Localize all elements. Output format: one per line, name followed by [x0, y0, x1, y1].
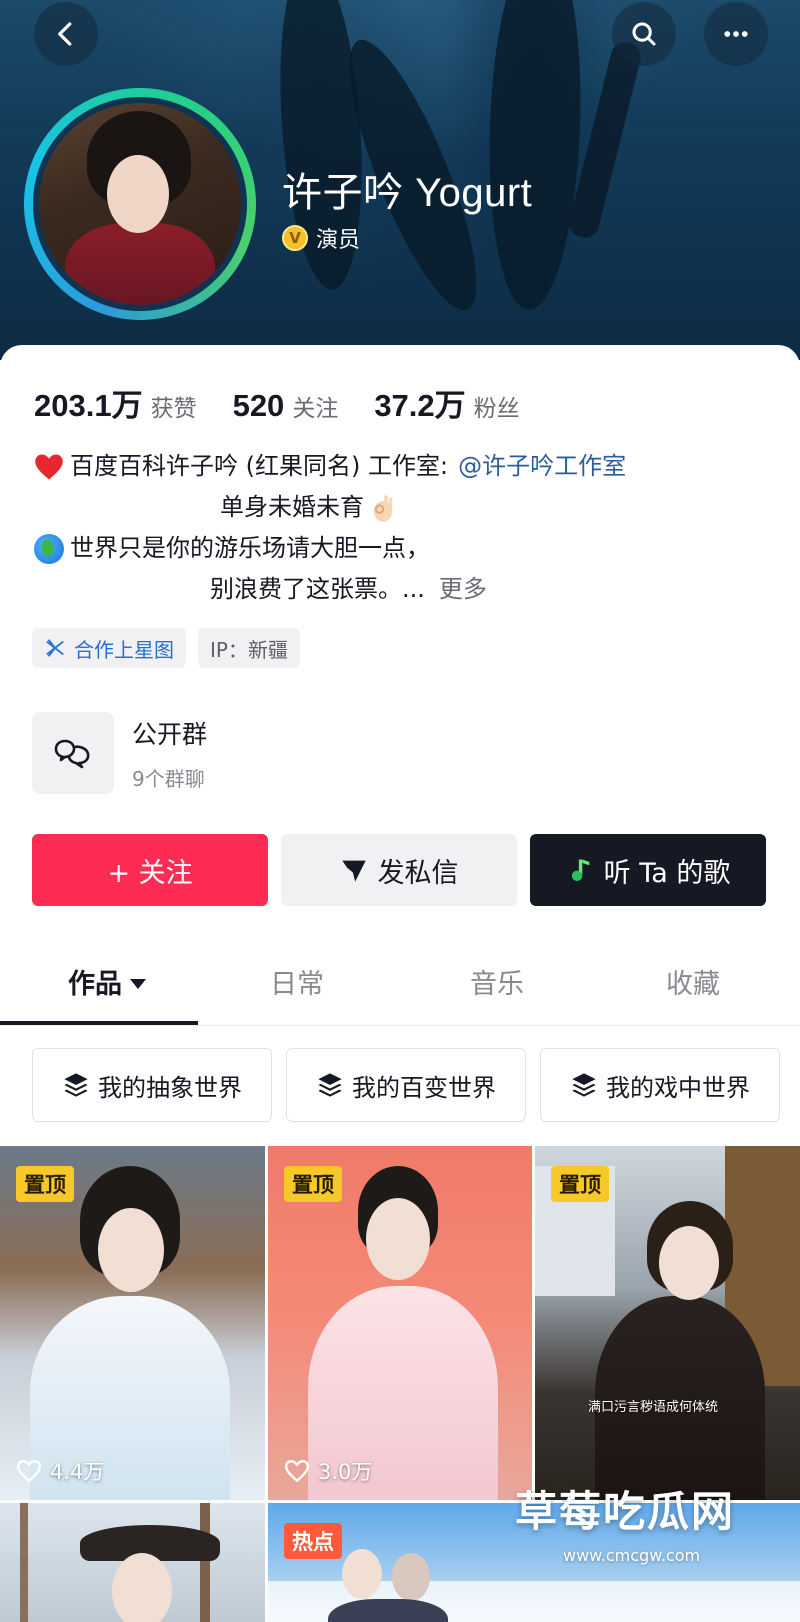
bio-line-3: 世界只是你的游乐场请大胆一点， — [70, 534, 430, 562]
public-group-entry[interactable]: 公开群 9个群聊 — [32, 712, 207, 794]
avatar-live-ring[interactable] — [24, 88, 256, 320]
music-note-icon — [571, 859, 589, 882]
tab-daily[interactable]: 日常 — [270, 962, 324, 1001]
more-button[interactable] — [704, 2, 768, 66]
likes-count[interactable]: 203.1万 — [34, 380, 143, 425]
group-chat-icon-box — [32, 712, 114, 794]
group-subtitle: 9个群聊 — [132, 766, 205, 791]
collection-chip[interactable]: 我的抽象世界 — [32, 1048, 272, 1122]
verified-label: 演员 — [316, 228, 361, 253]
studio-mention-link[interactable]: @许子吟工作室 — [458, 446, 626, 487]
ok-hand-emoji-icon — [373, 494, 393, 522]
group-title: 公开群 — [132, 719, 208, 749]
layers-icon — [572, 1073, 596, 1097]
video-thumbnail[interactable] — [0, 1503, 265, 1622]
hot-badge: 热点 — [284, 1523, 342, 1559]
bio-line-2: 单身未婚未育 — [220, 493, 364, 521]
verification-row: V 演员 — [282, 222, 360, 254]
back-button[interactable] — [34, 2, 98, 66]
verified-icon: V — [282, 225, 308, 251]
search-icon — [632, 22, 656, 46]
listen-songs-label: 听 Ta 的歌 — [603, 857, 731, 889]
heart-outline-icon — [16, 1460, 42, 1483]
follow-button[interactable]: + 关注 — [32, 834, 268, 906]
message-button[interactable]: 发私信 — [281, 834, 517, 906]
caret-down-icon — [130, 978, 146, 989]
message-button-label: 发私信 — [377, 857, 459, 889]
star-map-label: 合作上星图 — [74, 637, 174, 662]
star-map-tag[interactable]: 合作上星图 — [32, 628, 186, 668]
collection-chip[interactable]: 我的百变世界 — [286, 1048, 526, 1122]
likes-label: 获赞 — [150, 396, 197, 422]
avatar — [39, 103, 241, 305]
more-dots-icon — [724, 31, 748, 37]
video-thumbnail[interactable]: 置顶 3.0万 — [268, 1146, 532, 1500]
heart-outline-icon — [284, 1460, 310, 1483]
chevron-left-icon — [58, 22, 72, 46]
video-likes: 4.4万 — [16, 1456, 104, 1486]
collection-chip[interactable]: 我的戏中世界 — [540, 1048, 780, 1122]
listen-songs-button[interactable]: 听 Ta 的歌 — [530, 834, 766, 906]
pinned-badge: 置顶 — [16, 1166, 74, 1202]
video-thumbnail[interactable]: 置顶 满口污言秽语成何体统 — [535, 1146, 800, 1500]
heart-emoji-icon — [35, 454, 63, 479]
video-likes: 3.0万 — [284, 1456, 372, 1486]
following-label: 关注 — [292, 396, 339, 422]
ip-location-tag: IP：新疆 — [198, 628, 300, 668]
pinned-badge: 置顶 — [551, 1166, 609, 1202]
site-watermark-url: www.cmcgw.com — [563, 1546, 701, 1565]
cover-whale-shape — [483, 0, 587, 312]
profile-tags: 合作上星图 IP：新疆 — [32, 628, 300, 668]
stats-row: 203.1万 获赞 520 关注 37.2万 粉丝 — [34, 380, 556, 425]
bio-line-1: 百度百科许子吟 (红果同名) 工作室: — [70, 452, 449, 480]
pinned-badge: 置顶 — [284, 1166, 342, 1202]
action-buttons: + 关注 发私信 听 Ta 的歌 — [32, 834, 766, 906]
layers-icon — [64, 1073, 88, 1097]
paper-plane-icon — [341, 860, 366, 882]
following-count[interactable]: 520 — [233, 388, 285, 424]
bio-more-link[interactable]: 更多 — [439, 569, 487, 610]
collection-chips: 我的抽象世界 我的百变世界 我的戏中世界 — [32, 1048, 780, 1122]
tab-works[interactable]: 作品 — [68, 962, 146, 1001]
active-tab-indicator — [0, 1021, 198, 1025]
star-map-icon — [46, 639, 64, 657]
search-button[interactable] — [612, 2, 676, 66]
content-tabs: 作品 日常 音乐 收藏 — [0, 950, 800, 1026]
followers-count[interactable]: 37.2万 — [374, 380, 465, 425]
profile-name: 许子吟 Yogurt — [282, 171, 533, 215]
bio: 百度百科许子吟 (红果同名) 工作室: @许子吟工作室 单身未婚未育 世界只是你… — [34, 446, 774, 610]
tab-music[interactable]: 音乐 — [470, 962, 524, 1001]
video-thumbnail[interactable]: 置顶 4.4万 — [0, 1146, 265, 1500]
follow-button-label: + 关注 — [107, 857, 193, 889]
globe-emoji-icon — [34, 533, 64, 564]
followers-label: 粉丝 — [473, 396, 520, 422]
profile-cover: 许子吟 Yogurt V 演员 — [0, 0, 800, 360]
group-chat-icon — [54, 739, 90, 769]
layers-icon — [318, 1073, 342, 1097]
tab-favorites[interactable]: 收藏 — [666, 962, 720, 1001]
video-caption: 满口污言秽语成何体统 — [588, 1400, 719, 1415]
ip-location-label: IP：新疆 — [210, 637, 288, 662]
bio-line-4: 别浪费了这张票。... — [210, 575, 425, 603]
site-watermark: 草莓吃瓜网 — [515, 1487, 736, 1536]
